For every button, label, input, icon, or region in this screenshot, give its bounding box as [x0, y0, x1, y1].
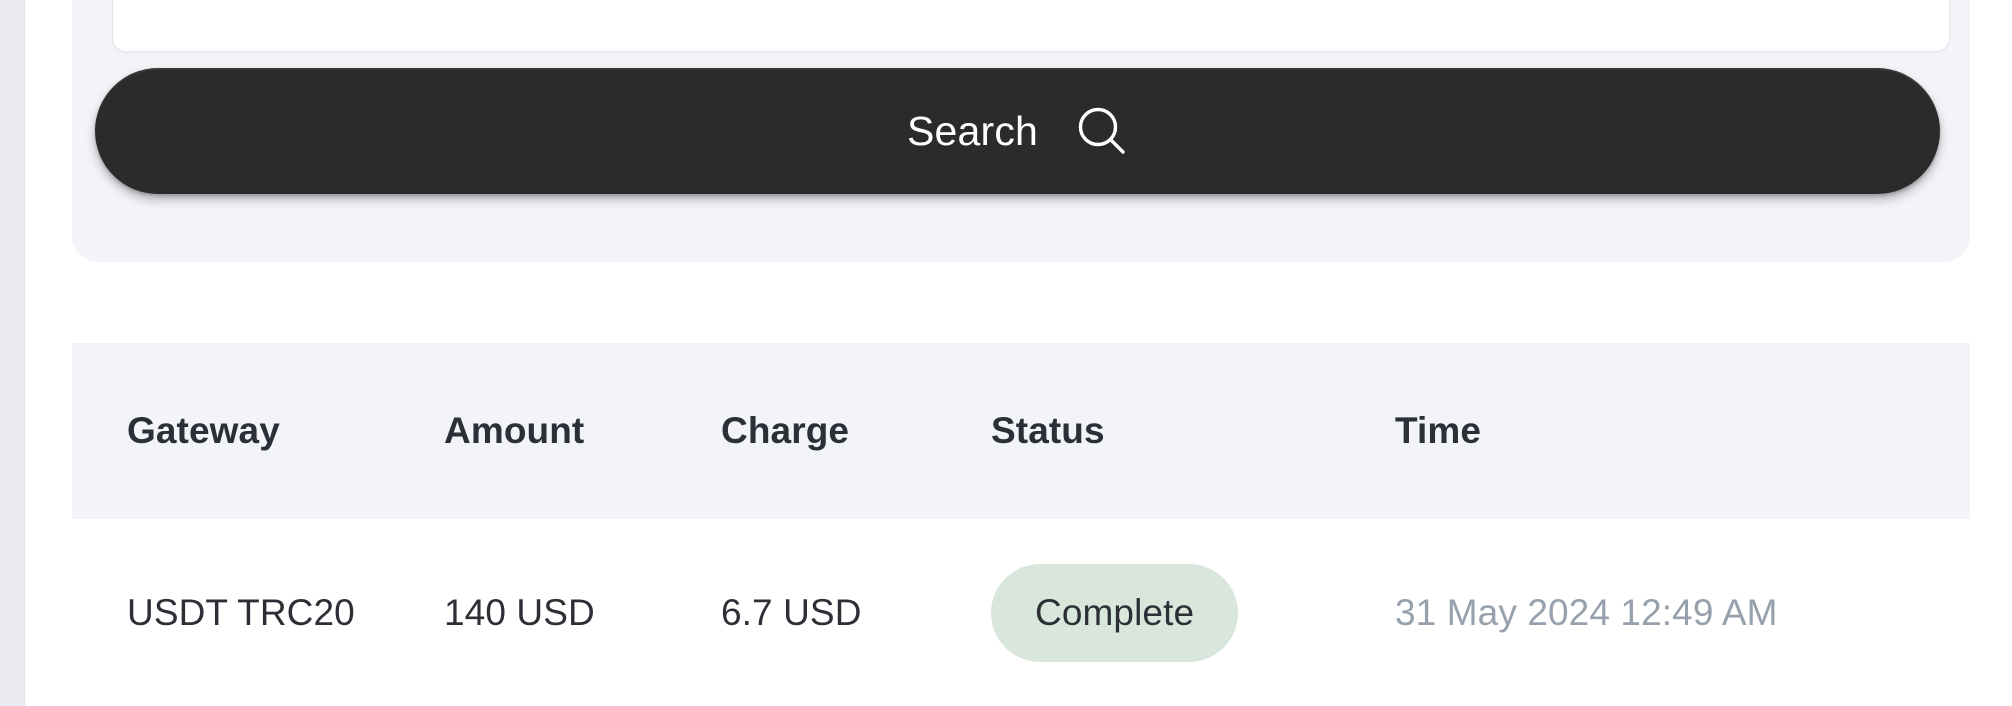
cell-gateway: USDT TRC20 — [72, 592, 444, 634]
table-header-cell-amount: Amount — [444, 410, 721, 452]
to-date-field[interactable]: To date — [112, 0, 1950, 52]
time-value: 31 May 2024 12:49 AM — [1395, 591, 1778, 633]
search-button[interactable]: Search — [95, 68, 1940, 194]
cell-amount: 140 USD — [444, 592, 721, 634]
sidebar-edge — [0, 0, 24, 706]
table-row[interactable]: USDT TRC20 140 USD 6.7 USD Complete 31 M… — [72, 519, 1970, 706]
table-header-cell-charge: Charge — [721, 410, 991, 452]
table-header-cell-time: Time — [1395, 410, 1915, 452]
column-label-time: Time — [1395, 410, 1482, 451]
table-header-row: Gateway Amount Charge Status Time — [72, 343, 1970, 519]
transaction-history-page: To date Search Gateway Amount Charge Sta… — [0, 0, 2012, 706]
transactions-table: Gateway Amount Charge Status Time USDT T… — [72, 343, 1970, 706]
search-icon — [1076, 105, 1128, 157]
charge-value: 6.7 USD — [721, 591, 862, 633]
column-label-gateway: Gateway — [127, 410, 280, 451]
column-label-amount: Amount — [444, 410, 585, 451]
cell-status: Complete — [991, 563, 1395, 662]
sidebar-divider — [24, 0, 25, 706]
search-button-label: Search — [906, 107, 1039, 154]
column-label-charge: Charge — [721, 410, 850, 451]
cell-time: 31 May 2024 12:49 AM — [1395, 592, 1915, 634]
table-header-cell-status: Status — [991, 410, 1395, 452]
amount-value: 140 USD — [444, 591, 595, 633]
column-label-status: Status — [991, 410, 1105, 451]
table-header-cell-gateway: Gateway — [72, 410, 444, 452]
status-badge: Complete — [991, 563, 1239, 662]
cell-charge: 6.7 USD — [721, 592, 991, 634]
gateway-value: USDT TRC20 — [127, 591, 355, 633]
